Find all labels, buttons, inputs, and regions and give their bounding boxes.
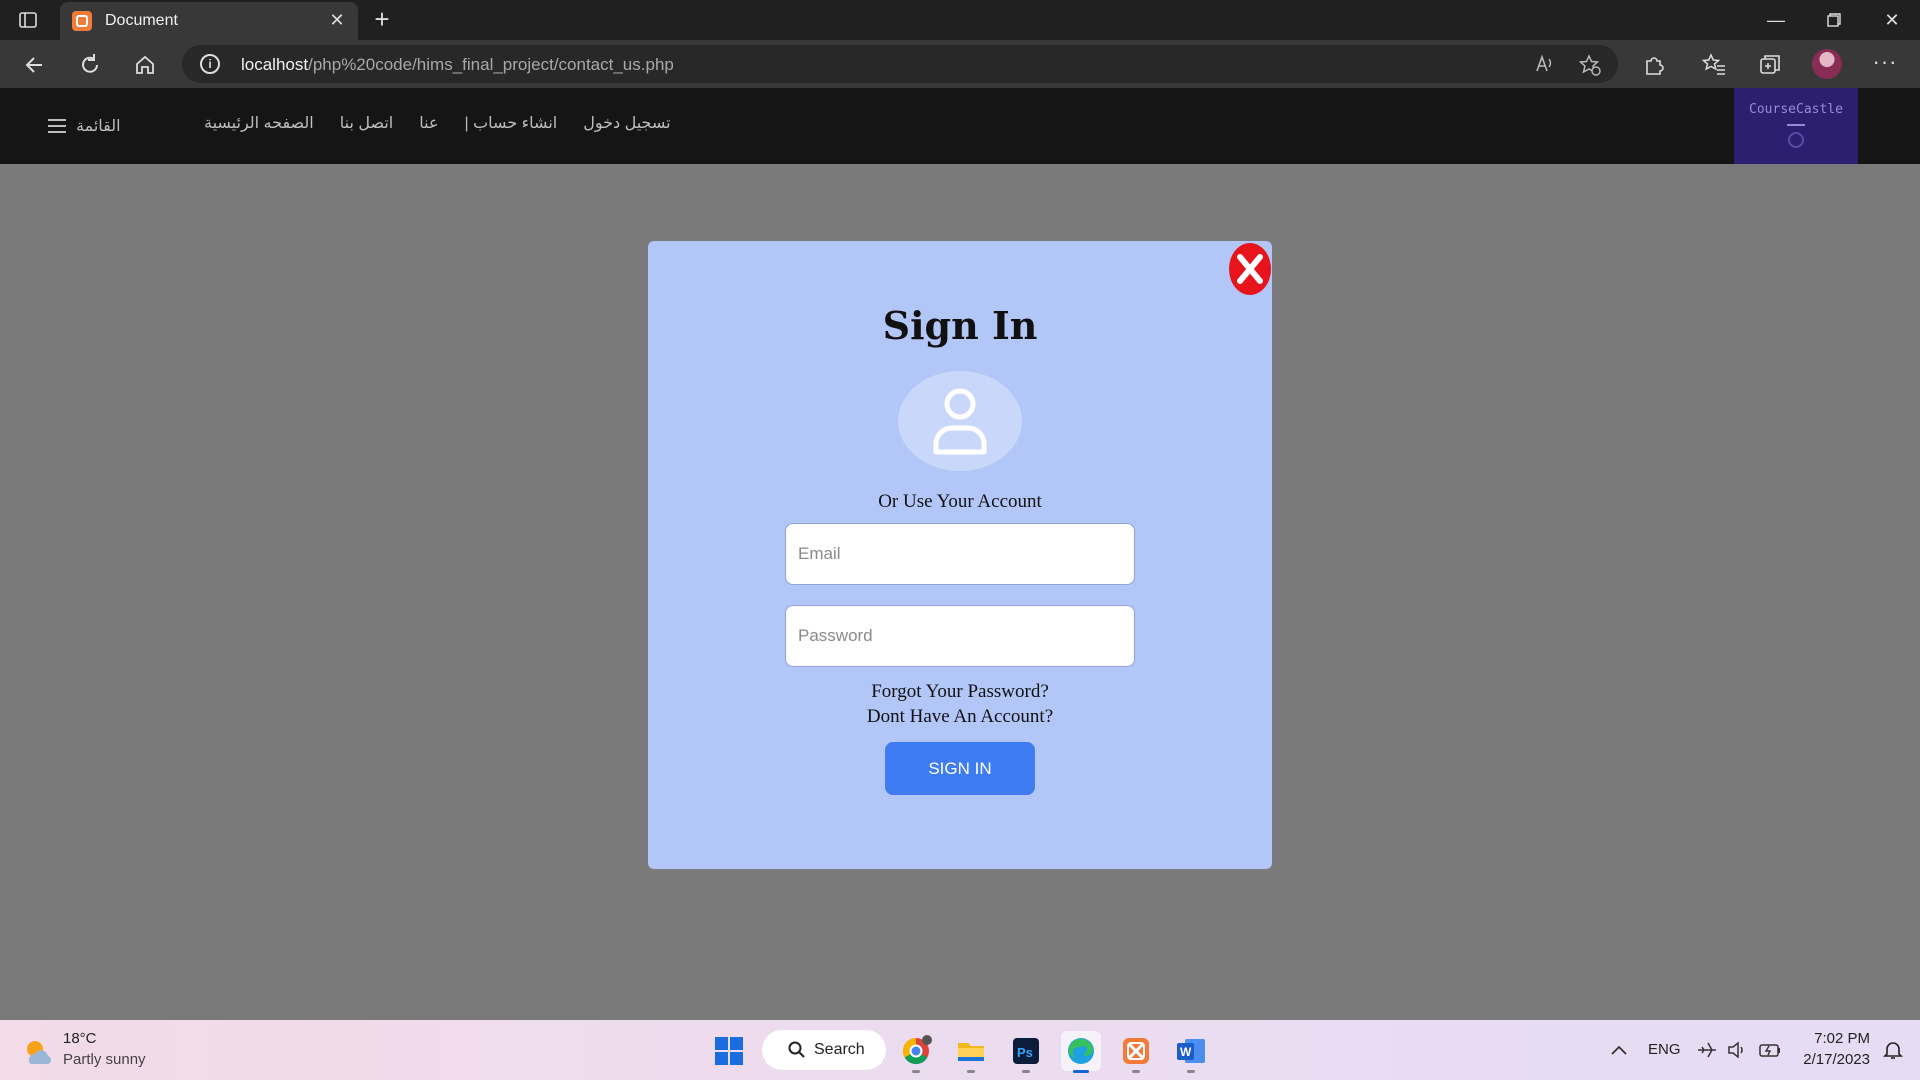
minimize-button[interactable]: —	[1756, 6, 1796, 34]
alt-login-text: Or Use Your Account	[878, 491, 1042, 512]
refresh-icon[interactable]	[75, 50, 105, 80]
brand-divider	[1787, 124, 1805, 126]
address-bar[interactable]: i localhost/php%20code/hims_final_projec…	[182, 45, 1618, 83]
collections-icon[interactable]	[1757, 52, 1783, 78]
create-account-link[interactable]: Dont Have An Account?	[648, 706, 1272, 728]
tab-close-icon[interactable]: ✕	[326, 9, 348, 31]
taskbar: 18°C Partly sunny Search Ps W ENG 7:02 P…	[0, 1020, 1920, 1080]
favorite-add-icon[interactable]	[1578, 53, 1601, 76]
hamburger-icon	[48, 119, 66, 133]
restore-button[interactable]	[1814, 6, 1854, 34]
fingerprint-icon	[1788, 132, 1804, 148]
site-info-icon[interactable]: i	[200, 54, 220, 74]
new-tab-button[interactable]: +	[368, 6, 396, 34]
browser-toolbar: i localhost/php%20code/hims_final_projec…	[0, 40, 1920, 88]
url-text: localhost/php%20code/hims_final_project/…	[241, 55, 674, 74]
search-icon	[788, 1041, 805, 1058]
site-header: القائمة الصفحه الرئيسية اتصل بنا عنا انش…	[0, 88, 1920, 164]
tab-actions-icon[interactable]	[18, 10, 38, 30]
nav-link-contact[interactable]: اتصل بنا	[340, 113, 394, 139]
menu-toggle[interactable]: القائمة	[48, 113, 121, 139]
xampp-app-icon[interactable]	[1116, 1031, 1156, 1073]
read-aloud-icon[interactable]	[1534, 53, 1556, 75]
chrome-app-icon[interactable]	[896, 1031, 936, 1073]
browser-tab[interactable]: Document ✕	[60, 2, 358, 40]
clock-time[interactable]: 7:02 PM	[1814, 1030, 1870, 1047]
nav-link-about[interactable]: عنا	[419, 113, 438, 139]
file-explorer-icon[interactable]	[951, 1031, 991, 1073]
notification-bell-icon[interactable]	[1882, 1040, 1904, 1060]
word-app-icon[interactable]: W	[1171, 1031, 1211, 1073]
extensions-icon[interactable]	[1641, 52, 1667, 78]
partly-sunny-icon[interactable]	[22, 1036, 52, 1066]
language-indicator[interactable]: ENG	[1648, 1041, 1681, 1058]
forgot-password-link[interactable]: Forgot Your Password?	[648, 681, 1272, 703]
taskbar-search[interactable]: Search	[762, 1030, 886, 1070]
search-label: Search	[814, 1041, 865, 1058]
favorites-icon[interactable]	[1701, 52, 1727, 78]
back-arrow-icon[interactable]	[20, 50, 50, 80]
menu-label: القائمة	[76, 118, 121, 135]
volume-icon[interactable]	[1726, 1040, 1748, 1060]
nav-link-login[interactable]: تسجيل دخول	[583, 113, 670, 139]
xampp-favicon-icon	[72, 11, 92, 31]
profile-avatar[interactable]	[1812, 49, 1842, 79]
sign-in-button[interactable]: SIGN IN	[885, 742, 1035, 795]
nav-link-home[interactable]: الصفحه الرئيسية	[204, 113, 314, 139]
sign-in-modal: Sign In Or Use Your Account Forgot Your …	[648, 241, 1272, 869]
browser-tab-bar: Document ✕ + — ✕	[0, 0, 1920, 40]
photoshop-icon[interactable]: Ps	[1006, 1031, 1046, 1073]
user-avatar-icon	[898, 371, 1022, 471]
password-input[interactable]	[785, 605, 1135, 667]
home-icon[interactable]	[130, 50, 160, 80]
tab-title: Document	[105, 12, 178, 29]
email-input[interactable]	[785, 523, 1135, 585]
nav-link-register[interactable]: انشاء حساب |	[465, 113, 558, 139]
airplane-mode-icon[interactable]	[1696, 1040, 1718, 1060]
brand-logo[interactable]: CourseCastle	[1734, 88, 1858, 164]
more-options-icon[interactable]: ···	[1870, 50, 1900, 80]
windows-start-icon[interactable]	[714, 1036, 744, 1066]
weather-description: Partly sunny	[63, 1051, 146, 1068]
modal-title: Sign In	[882, 303, 1038, 348]
edge-browser-icon[interactable]	[1061, 1031, 1101, 1073]
chevron-up-icon[interactable]	[1608, 1040, 1630, 1060]
brand-name: CourseCastle	[1749, 102, 1843, 117]
svg-text:Ps: Ps	[1017, 1045, 1033, 1060]
weather-temperature: 18°C	[63, 1030, 97, 1047]
svg-text:W: W	[1180, 1045, 1192, 1059]
battery-icon[interactable]	[1758, 1040, 1780, 1060]
close-modal-icon[interactable]	[1228, 242, 1272, 296]
close-window-button[interactable]: ✕	[1872, 6, 1912, 34]
site-nav: الصفحه الرئيسية اتصل بنا عنا انشاء حساب …	[204, 113, 671, 139]
clock-date[interactable]: 2/17/2023	[1800, 1051, 1870, 1068]
